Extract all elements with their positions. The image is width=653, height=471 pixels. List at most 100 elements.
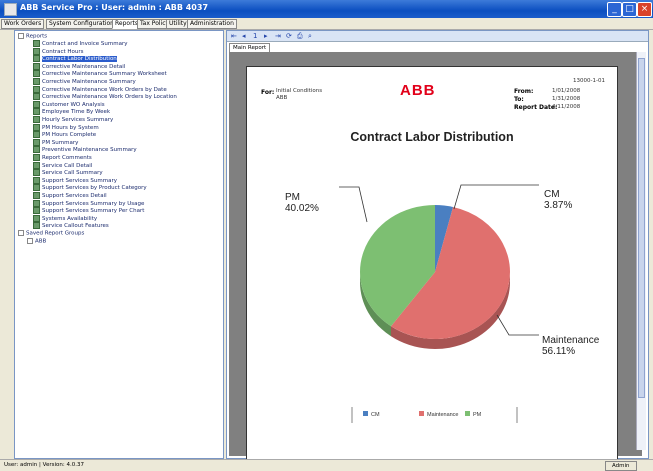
tree-item-label: PM Hours Complete [42,132,97,139]
tree-item-label: Contract Labor Distribution [42,56,117,63]
vertical-scrollbar[interactable] [636,52,646,450]
tree-item-report[interactable]: Preventive Maintenance Summary [33,146,137,154]
slice-label-value: 56.11% [542,346,575,357]
expand-icon[interactable] [27,238,33,244]
tree-root-reports[interactable]: Reports [18,33,47,40]
tree-group-label: Saved Report Groups [26,230,85,237]
tab-administration[interactable]: Administration [187,19,237,29]
status-text: User: admin | Version: 4.0.37 [4,462,84,468]
tree-item-report[interactable]: Support Services Detail [33,192,107,199]
scrollbar-thumb[interactable] [638,58,645,398]
report-icon [33,192,40,199]
tree-item-report[interactable]: Support Services Summary by Usage [33,199,145,207]
report-icon [33,70,40,78]
report-icon [33,85,40,93]
tree-item-report[interactable]: Corrective Maintenance Summary [33,78,136,85]
tree-item-label: Employee Time By Week [42,109,111,116]
tree-item-label: Contract Hours [42,48,84,55]
tree-item-report[interactable]: PM Hours Complete [33,131,97,139]
slice-label-name: PM [285,192,300,203]
tab-system-configuration[interactable]: System Configuration [46,19,117,29]
close-button[interactable]: × [637,2,652,17]
window-title: ABB Service Pro : User: admin : ABB 4037 [20,3,209,12]
report-icon [33,176,40,184]
tree-item-report[interactable]: Service Call Summary [33,169,103,177]
tree-item-report[interactable]: Customer WO Analysis [33,100,105,108]
app-window: ABB Service Pro : User: admin : ABB 4037… [0,0,653,471]
refresh-icon[interactable]: ⟳ [286,32,292,40]
leader-line [453,184,539,210]
collapse-icon[interactable] [18,33,24,39]
report-icon [33,146,40,154]
leader-line [339,186,368,223]
report-icon [33,93,40,101]
prev-page-icon[interactable]: ◂ [242,32,246,40]
tree-item-label: Service Call Detail [42,162,93,169]
tree-item-report[interactable]: Service Callout Features [33,222,109,230]
report-icon [33,47,40,55]
print-icon[interactable]: ⎙ [297,32,303,41]
chart-legend: CM Maintenance PM [351,407,518,423]
last-page-icon[interactable]: ⇥ [275,32,281,40]
next-page-icon[interactable]: ▸ [264,32,268,40]
report-icon [33,100,40,108]
report-page: 13000-1-01 For: Initial Conditions ABB A… [246,66,618,463]
maximize-button[interactable]: □ [622,2,637,17]
collapse-icon[interactable] [18,230,24,236]
tree-item-label: Corrective Maintenance Detail [42,63,126,70]
tree-item-label: Corrective Maintenance Summary Worksheet [42,71,167,78]
report-icon [33,78,40,85]
report-tree[interactable]: Reports Contract and Invoice Summary Cont… [14,30,224,459]
zoom-icon[interactable]: ⌕ [308,32,312,41]
tree-item-report[interactable]: Support Services by Product Category [33,184,147,192]
tree-item-report[interactable]: Corrective Maintenance Summary Worksheet [33,70,167,78]
slice-label-name: Maintenance [542,335,600,346]
slice-label-value: 40.02% [285,203,319,214]
tree-item-label: PM Hours by System [42,124,99,131]
report-icon [33,116,40,123]
tree-item-report[interactable]: Corrective Maintenance Work Orders by Lo… [33,93,177,101]
tree-item-label: Service Call Summary [42,170,103,177]
minimize-button[interactable]: _ [607,2,622,17]
document-area: 13000-1-01 For: Initial Conditions ABB A… [229,52,642,463]
first-page-icon[interactable]: ⇤ [231,32,237,40]
report-icon [33,40,40,47]
tree-item-report[interactable]: Corrective Maintenance Detail [33,62,126,70]
tree-item-report[interactable]: Contract Labor Distribution [33,55,117,63]
tab-work-orders[interactable]: Work Orders [1,19,45,29]
tree-item-report[interactable]: Employee Time By Week [33,108,111,116]
tree-item-report[interactable]: PM Summary [33,138,79,146]
legend-swatch [465,411,470,416]
tree-item-label: Support Services Summary by Usage [42,200,145,207]
tree-item-report[interactable]: PM Hours by System [33,123,99,131]
tree-group-saved[interactable]: Saved Report Groups [18,230,84,237]
report-icon [33,214,40,222]
report-icon [33,184,40,192]
report-viewer: ⇤ ◂ 1 ▸ ⇥ ⟳ ⎙ ⌕ Main Report 13000-1-01 For: Ini… [226,30,649,463]
tree-item-saved[interactable]: ABB [27,238,46,245]
report-icon [33,108,40,116]
page-number[interactable]: 1 [253,32,257,40]
slice-label-value: 3.87% [544,200,572,211]
tree-item-report[interactable]: Report Comments [33,154,92,161]
tree-item-report[interactable]: Hourly Services Summary [33,116,113,123]
tree-item-report[interactable]: Support Services Summary [33,176,118,184]
tree-item-report[interactable]: Contract and Invoice Summary [33,40,128,47]
main-tab-bar: Work Orders System Configuration Reports… [0,18,653,30]
tree-item-label: Corrective Maintenance Summary [42,79,136,85]
tree-item-label: Support Services Summary [42,177,118,184]
report-icon [33,207,40,215]
tree-item-label: Service Callout Features [42,223,109,230]
tree-item-label: Contract and Invoice Summary [42,41,128,47]
legend-label: PM [473,412,482,418]
report-icon [33,123,40,131]
tree-item-report[interactable]: Systems Availability [33,214,97,222]
tree-item-label: PM Summary [42,139,79,146]
tree-item-report[interactable]: Service Call Detail [33,161,93,169]
tree-item-label: Support Services Summary Per Chart [42,208,145,215]
tree-item-report[interactable]: Contract Hours [33,47,84,55]
title-bar: ABB Service Pro : User: admin : ABB 4037… [0,0,653,18]
tree-item-report[interactable]: Support Services Summary Per Chart [33,207,145,215]
legend-swatch [363,411,368,416]
tree-item-report[interactable]: Corrective Maintenance Work Orders by Da… [33,85,167,93]
